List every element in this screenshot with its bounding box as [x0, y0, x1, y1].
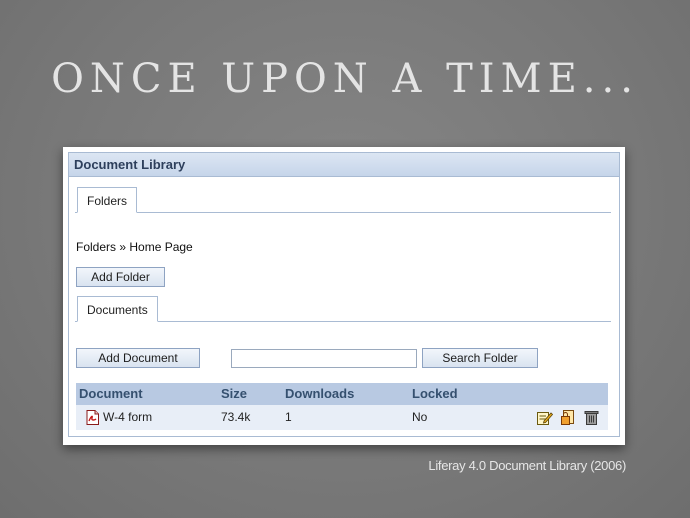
tab-documents[interactable]: Documents	[77, 296, 158, 322]
document-downloads: 1	[285, 410, 292, 424]
document-link[interactable]: W-4 form	[103, 405, 152, 430]
pdf-file-icon[interactable]	[86, 410, 99, 425]
tab-folders[interactable]: Folders	[77, 187, 138, 213]
column-size: Size	[221, 386, 248, 401]
table-header: Document Size Downloads Locked	[76, 383, 608, 405]
documents-tabbar: Documents	[75, 293, 611, 322]
edit-icon[interactable]	[536, 409, 554, 426]
add-document-button[interactable]: Add Document	[76, 348, 200, 368]
add-folder-button[interactable]: Add Folder	[76, 267, 165, 287]
breadcrumb: Folders » Home Page	[76, 240, 193, 254]
slide-caption: Liferay 4.0 Document Library (2006)	[428, 458, 626, 473]
column-locked: Locked	[412, 386, 458, 401]
column-document: Document	[79, 386, 143, 401]
delete-icon[interactable]	[583, 409, 600, 426]
document-library-portlet: Document Library Folders Folders » Home …	[63, 147, 625, 445]
search-folder-button[interactable]: Search Folder	[422, 348, 538, 368]
portlet-body: Document Library Folders Folders » Home …	[68, 152, 620, 437]
column-downloads: Downloads	[285, 386, 355, 401]
portlet-title: Document Library	[69, 153, 619, 177]
search-input[interactable]	[231, 349, 417, 368]
document-locked: No	[412, 410, 428, 424]
folders-tabbar: Folders	[75, 184, 611, 213]
slide-title: ONCE UPON A TIME...	[51, 56, 639, 102]
document-size: 73.4k	[221, 410, 251, 424]
permissions-icon[interactable]	[560, 409, 577, 426]
row-actions	[533, 409, 600, 426]
table-row: W-4 form 73.4k 1 No	[76, 405, 608, 430]
